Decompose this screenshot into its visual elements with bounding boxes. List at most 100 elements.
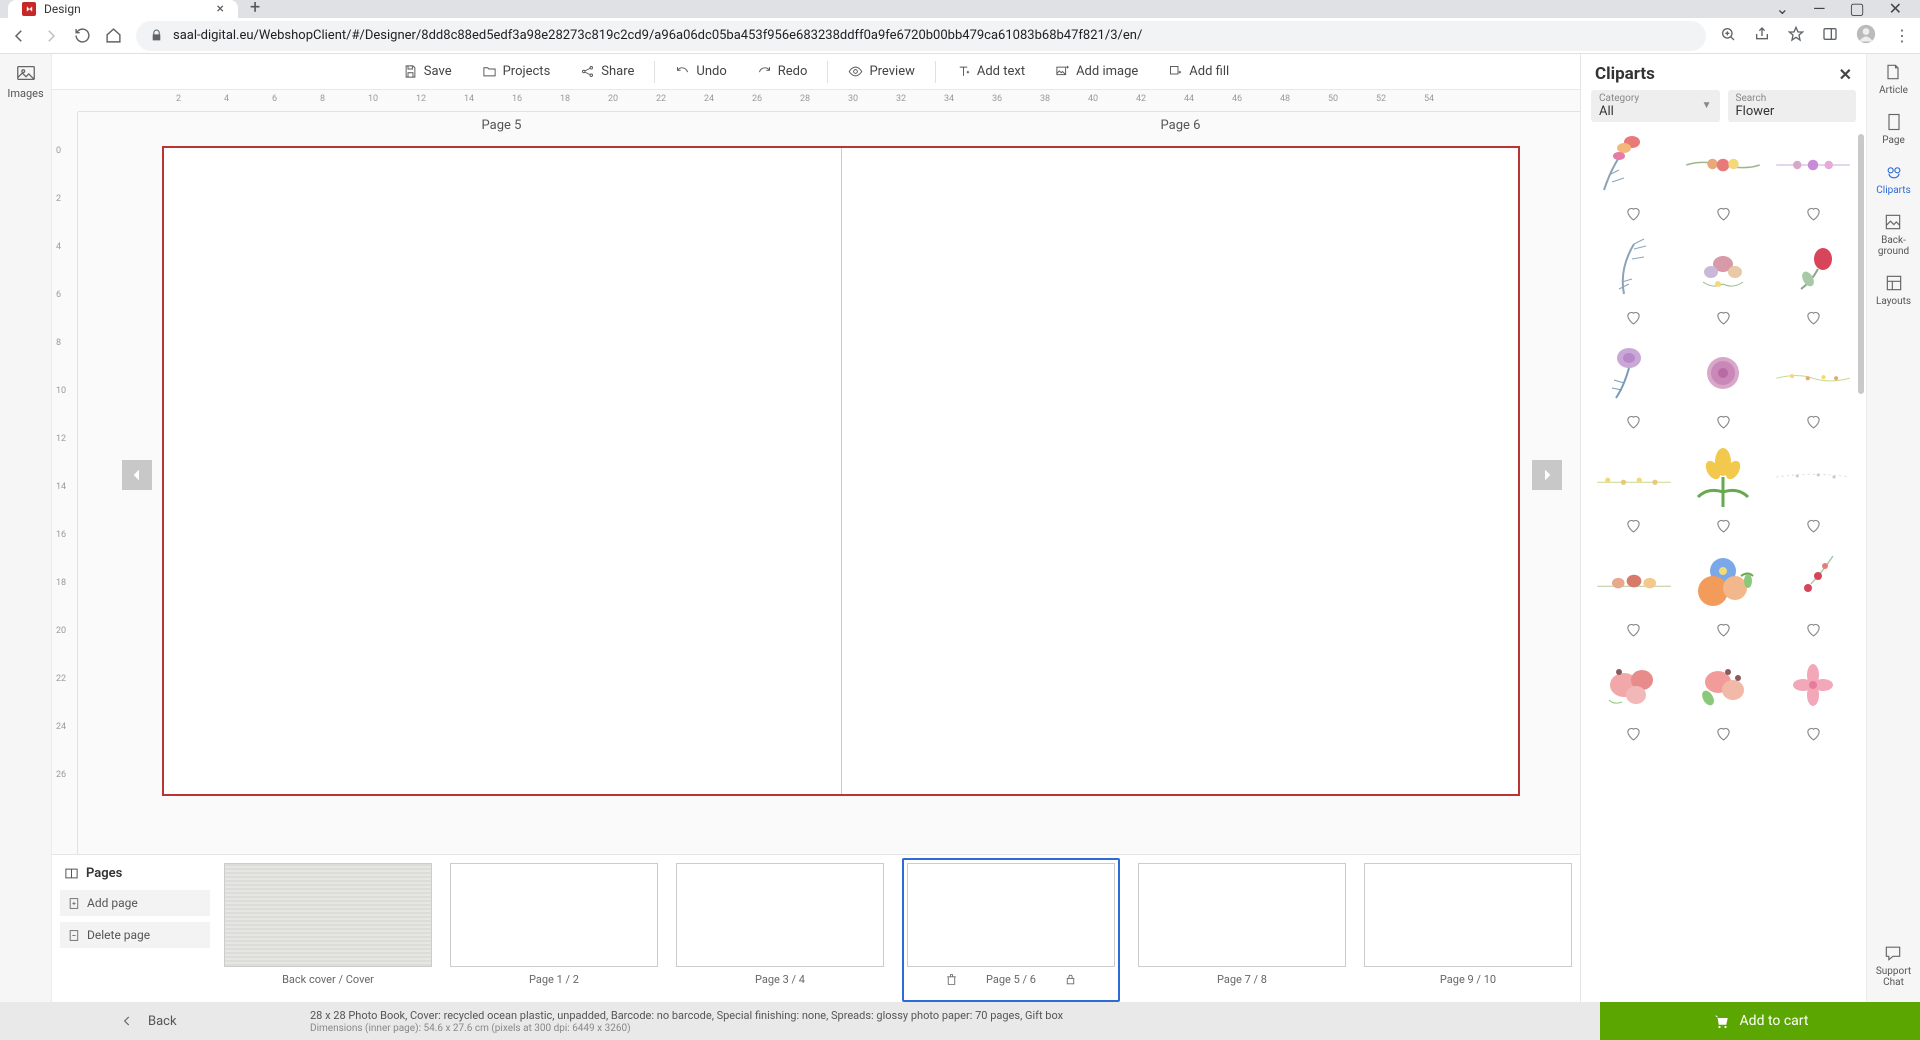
heart-icon[interactable] [1715,517,1732,538]
spread-canvas[interactable] [162,146,1520,796]
star-icon[interactable] [1788,26,1804,46]
heart-icon[interactable] [1715,205,1732,226]
back-icon[interactable] [10,27,28,45]
clipart-item[interactable] [1770,234,1856,330]
clipart-item[interactable] [1770,650,1856,746]
close-window-icon[interactable]: ✕ [1889,0,1902,18]
save-button[interactable]: Save [391,60,464,83]
heart-icon[interactable] [1625,413,1642,434]
share-url-icon[interactable] [1754,26,1770,46]
clipart-item[interactable] [1591,650,1677,746]
clipart-item[interactable] [1591,338,1677,434]
heart-icon[interactable] [1805,621,1822,642]
ruler-tick: 18 [560,94,570,104]
clipart-thumb [1771,650,1855,720]
ruler-tick: 32 [896,94,906,104]
ruler-tick: 8 [56,338,61,348]
cliparts-search-input[interactable]: Search Flower [1728,90,1857,122]
page-thumbnail[interactable]: Page 5 / 6 [902,858,1120,1002]
left-rail-images[interactable]: Images [7,62,43,100]
add-image-button[interactable]: Add image [1043,60,1150,83]
add-page-button[interactable]: Add page [60,890,210,916]
preview-button[interactable]: Preview [836,60,926,83]
add-fill-button[interactable]: Add fill [1156,60,1241,83]
article-label: Article [1879,85,1908,96]
clipart-item[interactable] [1591,546,1677,642]
heart-icon[interactable] [1625,517,1642,538]
page-thumbnail[interactable]: Back cover / Cover [224,863,432,1002]
heart-icon[interactable] [1805,413,1822,434]
reload-icon[interactable] [74,27,91,44]
heart-icon[interactable] [1625,205,1642,226]
clipart-item[interactable] [1770,546,1856,642]
clipart-item[interactable] [1681,546,1767,642]
minimize-icon[interactable]: — [1813,0,1826,18]
clipart-item[interactable] [1770,130,1856,226]
ruler-tick: 10 [56,386,66,396]
maximize-icon[interactable]: ▢ [1849,0,1864,18]
heart-icon[interactable] [1625,725,1642,746]
projects-button[interactable]: Projects [470,60,563,83]
add-to-cart-button[interactable]: Add to cart [1600,1002,1920,1040]
menu-icon[interactable]: ⋮ [1894,26,1910,45]
home-icon[interactable] [105,27,122,44]
right-rail-support[interactable]: Support Chat [1876,943,1911,988]
clipart-item[interactable] [1591,234,1677,330]
clipart-item[interactable] [1591,130,1677,226]
right-rail-layouts[interactable]: Layouts [1876,273,1911,307]
forward-icon[interactable] [42,27,60,45]
thumbnail-box [1138,863,1346,967]
new-tab-button[interactable]: + [250,0,260,18]
browser-tab[interactable]: Design × [8,0,238,18]
cliparts-scrollbar[interactable] [1858,134,1864,394]
page-thumbnail[interactable]: Page 1 / 2 [450,863,658,1002]
heart-icon[interactable] [1715,413,1732,434]
page-thumbnail[interactable]: Page 7 / 8 [1138,863,1346,1002]
heart-icon[interactable] [1805,205,1822,226]
delete-page-button[interactable]: Delete page [60,922,210,948]
ruler-tick: 46 [1232,94,1242,104]
cliparts-close-icon[interactable]: ✕ [1839,65,1852,84]
share-button[interactable]: Share [568,60,646,83]
heart-icon[interactable] [1715,725,1732,746]
cliparts-category-select[interactable]: Category All ▼ [1591,90,1720,122]
panel-icon[interactable] [1822,26,1838,46]
prev-spread-button[interactable] [122,460,152,490]
clipart-item[interactable] [1770,338,1856,434]
heart-icon[interactable] [1805,725,1822,746]
right-rail-page[interactable]: Page [1882,112,1905,146]
profile-icon[interactable] [1856,24,1876,48]
heart-icon[interactable] [1715,621,1732,642]
chevron-down-icon[interactable]: ⌄ [1776,0,1789,18]
right-rail-cliparts[interactable]: Cliparts [1876,162,1911,196]
clipart-item[interactable] [1681,442,1767,538]
heart-icon[interactable] [1805,517,1822,538]
heart-icon[interactable] [1805,309,1822,330]
clipart-item[interactable] [1770,442,1856,538]
clipart-item[interactable] [1681,650,1767,746]
add-text-button[interactable]: Add text [944,60,1037,83]
redo-button[interactable]: Redo [745,60,820,83]
heart-icon[interactable] [1625,621,1642,642]
next-spread-button[interactable] [1532,460,1562,490]
heart-icon[interactable] [1625,309,1642,330]
canvas-area[interactable]: 2468101214161820222426283032343638404244… [52,90,1580,854]
zoom-icon[interactable] [1720,26,1736,46]
lock-icon[interactable] [1064,973,1077,986]
heart-icon[interactable] [1715,309,1732,330]
trash-icon[interactable] [945,973,958,986]
clipart-item[interactable] [1681,130,1767,226]
undo-button[interactable]: Undo [663,60,738,83]
right-rail-article[interactable]: Article [1879,62,1908,96]
right-rail-background[interactable]: Back- ground [1878,212,1909,257]
clipart-thumb [1681,546,1765,616]
tab-close-icon[interactable]: × [217,1,224,17]
ruler-tick: 4 [224,94,229,104]
clipart-item[interactable] [1591,442,1677,538]
clipart-item[interactable] [1681,234,1767,330]
page-thumbnail[interactable]: Page 3 / 4 [676,863,884,1002]
address-bar[interactable]: saal-digital.eu/WebshopClient/#/Designer… [136,21,1706,51]
page-thumbnail[interactable]: Page 9 / 10 [1364,863,1572,1002]
footer-back-button[interactable]: Back [0,1014,310,1029]
clipart-item[interactable] [1681,338,1767,434]
